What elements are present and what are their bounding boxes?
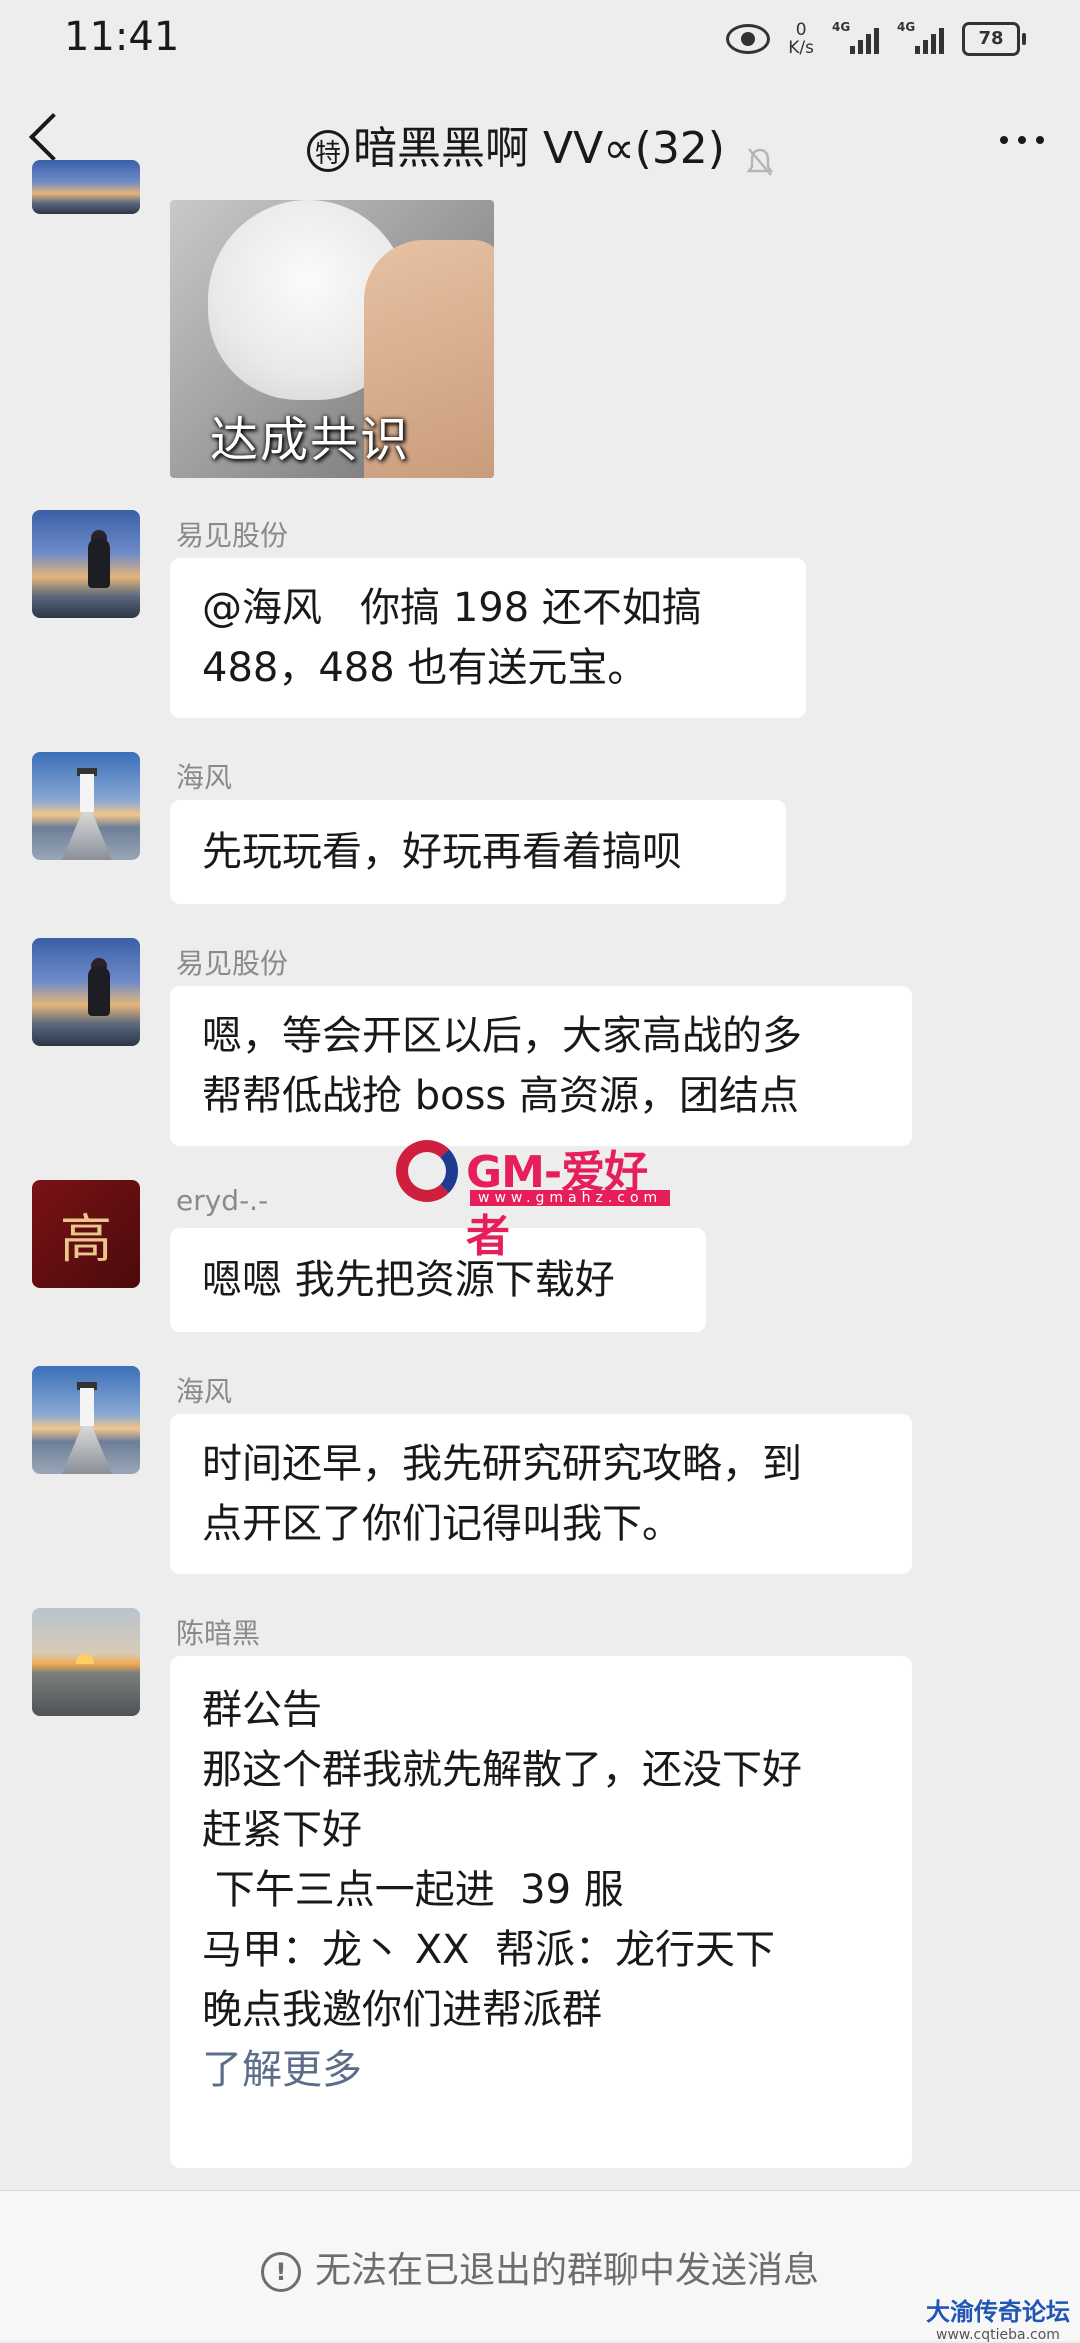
sender-name: 易见股份 [176, 519, 289, 552]
watermark-logo: GM-爱好者 www.gmahz.com [396, 1136, 680, 1262]
notice-text: 群公告 那这个群我就先解散了，还没下好 赶紧下好 下午三点一起进 39 服 马甲… [202, 1687, 802, 2033]
status-time: 11:41 [64, 14, 180, 60]
status-icons: 0 K/s 4G 4G 78 [726, 14, 1026, 64]
message-bubble[interactable]: @海风 你搞 198 还不如搞 488，488 也有送元宝。 [170, 558, 806, 718]
footer-notice: 无法在已退出的群聊中发送消息 [314, 2250, 819, 2291]
input-disabled-bar: ! 无法在已退出的群聊中发送消息 [0, 2190, 1080, 2341]
avatar[interactable] [32, 510, 140, 618]
chat-header: 特暗黑黑啊 VV∝(32) [0, 80, 1080, 202]
avatar[interactable] [32, 938, 140, 1046]
sticker-caption: 达成共识 [210, 412, 411, 468]
message-bubble[interactable]: 先玩玩看，好玩再看着搞呗 [170, 800, 786, 904]
avatar[interactable] [32, 1366, 140, 1474]
avatar[interactable] [32, 1608, 140, 1716]
avatar[interactable]: 高 [32, 1180, 140, 1288]
battery-icon: 78 [962, 22, 1026, 56]
avatar[interactable] [32, 160, 140, 214]
signal-icon: 4G [832, 20, 879, 54]
group-name: 暗黑黑啊 VV∝(32) [353, 123, 725, 174]
sender-name: 陈暗黑 [176, 1617, 261, 1650]
learn-more-link[interactable]: 了解更多 [202, 2047, 362, 2093]
sender-name: eryd-.- [176, 1184, 269, 1217]
group-notice-bubble[interactable]: 群公告 那这个群我就先解散了，还没下好 赶紧下好 下午三点一起进 39 服 马甲… [170, 1656, 912, 2168]
sender-name: 海风 [176, 1375, 233, 1408]
avatar[interactable] [32, 752, 140, 860]
message-bubble[interactable]: 嗯，等会开区以后，大家高战的多 帮帮低战抢 boss 高资源，团结点 [170, 986, 912, 1146]
chat-title: 特暗黑黑啊 VV∝(32) [0, 112, 1080, 176]
sender-name: 易见股份 [176, 947, 289, 980]
special-badge: 特 [307, 130, 350, 172]
message-bubble[interactable]: 时间还早，我先研究研究攻略，到 点开区了你们记得叫我下。 [170, 1414, 912, 1574]
eye-icon [726, 24, 771, 54]
sender-name: 海风 [176, 761, 233, 794]
signal-icon: 4G [897, 20, 944, 54]
mute-bell-icon [746, 137, 774, 176]
sticker-image[interactable]: 达成共识 [170, 200, 494, 478]
warning-icon: ! [260, 2252, 301, 2292]
status-bar: 11:41 0 K/s 4G 4G 78 [0, 0, 1080, 80]
corner-watermark: 大渝传奇论坛 www.cqtieba.com [926, 2297, 1070, 2343]
more-options-icon[interactable] [1000, 136, 1044, 144]
network-speed: 0 K/s [788, 20, 814, 58]
